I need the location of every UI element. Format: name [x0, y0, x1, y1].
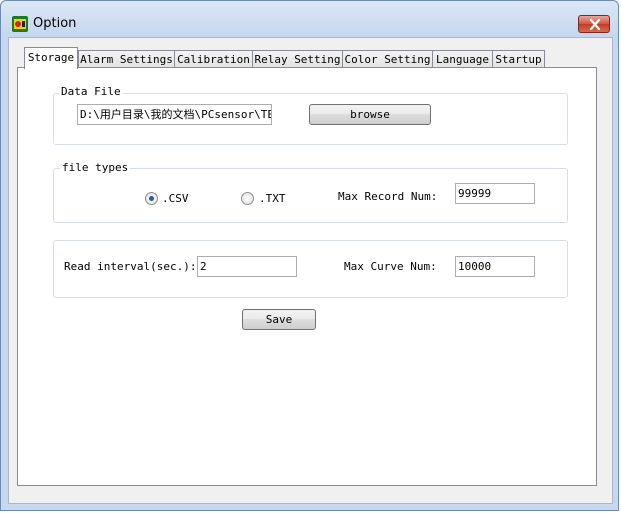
browse-button[interactable]: browse [309, 104, 431, 125]
app-icon [12, 16, 28, 32]
txt-radio[interactable] [241, 192, 254, 205]
max-record-label: Max Record Num: [338, 190, 438, 203]
max-curve-label: Max Curve Num: [344, 260, 437, 273]
read-interval-field[interactable]: 2 [197, 256, 297, 277]
close-icon [589, 19, 601, 30]
tab-color-setting[interactable]: Color Setting [342, 50, 433, 68]
csv-radio-label[interactable]: .CSV [162, 192, 189, 205]
data-file-legend: Data File [59, 85, 123, 98]
max-record-field[interactable]: 99999 [455, 183, 535, 204]
tab-relay-setting[interactable]: Relay Setting [252, 50, 343, 68]
csv-radio[interactable] [145, 192, 158, 205]
tab-calibration[interactable]: Calibration [174, 50, 253, 68]
max-curve-field[interactable]: 10000 [455, 256, 535, 277]
radio-selected-dot [149, 196, 154, 201]
read-interval-label: Read interval(sec.): [64, 260, 197, 273]
tab-storage[interactable]: Storage [24, 47, 78, 69]
title-bar[interactable]: Option [1, 1, 618, 37]
save-button[interactable]: Save [242, 309, 316, 330]
tab-startup[interactable]: Startup [492, 50, 545, 68]
tab-alarm-settings[interactable]: Alarm Settings [78, 50, 175, 68]
storage-tab-panel: Data File D:\用户目录\我的文档\PCsensor\TE brows… [17, 67, 597, 486]
window-title: Option [33, 16, 77, 31]
data-file-path-field[interactable]: D:\用户目录\我的文档\PCsensor\TE [77, 104, 272, 125]
txt-radio-label[interactable]: .TXT [259, 192, 286, 205]
tab-language[interactable]: Language [432, 50, 493, 68]
close-button[interactable] [578, 15, 610, 33]
file-types-legend: file types [60, 161, 131, 174]
